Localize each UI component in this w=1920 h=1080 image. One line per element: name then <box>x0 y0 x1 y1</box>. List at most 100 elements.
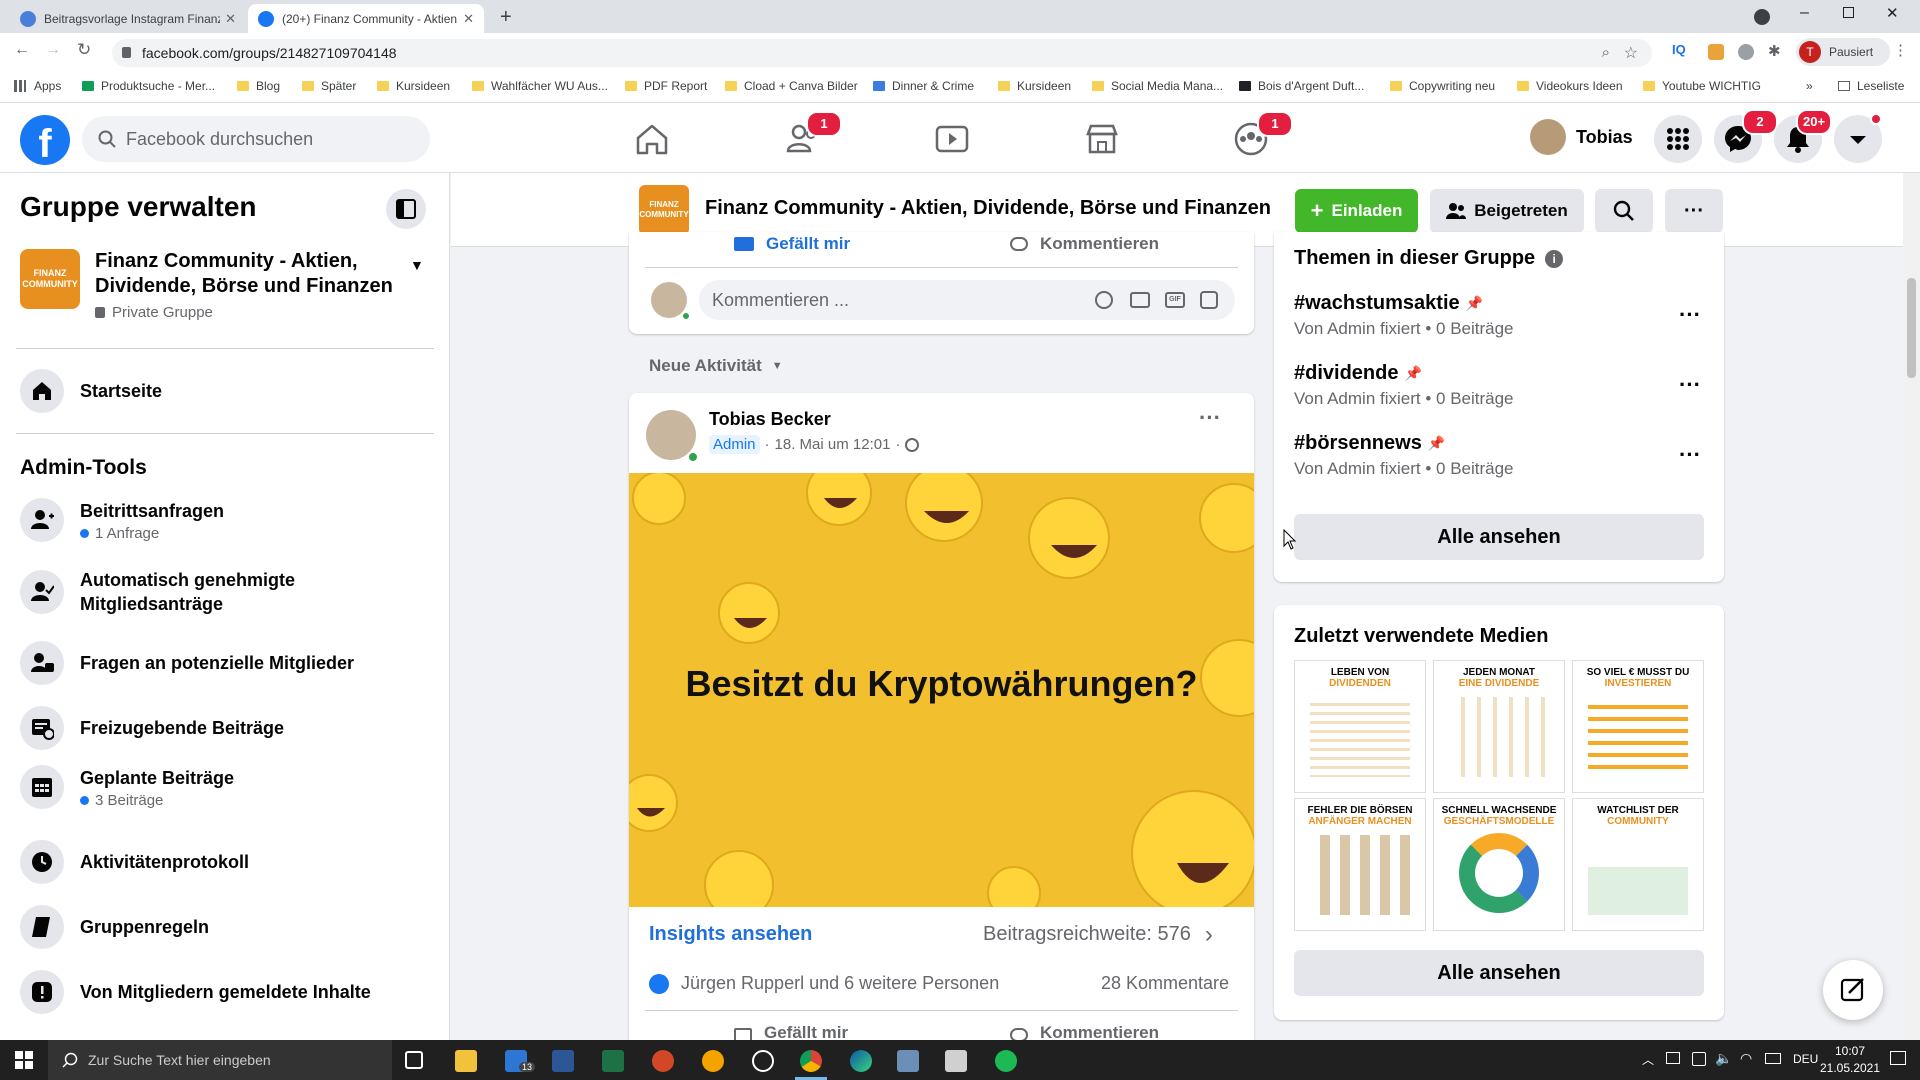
topic-item[interactable]: #dividende 📌 Von Admin fixiert • 0 Beiträ… <box>1294 362 1514 409</box>
sort-feed-dropdown[interactable]: Neue Aktivität ▼ <box>649 356 783 376</box>
new-message-button[interactable] <box>1823 960 1883 1020</box>
media-thumbnail[interactable]: FEHLER DIE BÖRSEN ANFÄNGER MACHEN <box>1294 798 1426 931</box>
browser-menu-icon[interactable]: ⋮ <box>1893 41 1908 59</box>
comment-button[interactable]: Kommentieren <box>1010 232 1159 256</box>
iq-extension-icon[interactable]: IQ <box>1672 42 1686 57</box>
bookmark-item[interactable]: Produktsuche - Mer... <box>82 79 215 93</box>
like-button[interactable]: Gefällt mir <box>734 1023 848 1040</box>
comment-button[interactable]: Kommentieren <box>1010 1023 1159 1040</box>
url-field[interactable]: facebook.com/groups/214827109704148 ⌕ ☆ <box>112 39 1652 67</box>
like-button[interactable]: Gefällt mir <box>734 232 850 256</box>
keyboard-icon[interactable] <box>1765 1053 1781 1064</box>
collapse-sidebar-button[interactable] <box>386 189 426 229</box>
topic-item[interactable]: #wachstumsaktie 📌 Von Admin fixiert • 0 B… <box>1294 292 1514 339</box>
minimize-icon[interactable]: – <box>1800 4 1809 22</box>
nav-marketplace[interactable] <box>1080 117 1124 161</box>
topics-see-all-button[interactable]: Alle ansehen <box>1294 514 1704 560</box>
media-thumbnail[interactable]: SO VIEL € MUSST DU INVESTIEREN <box>1572 660 1704 793</box>
back-icon[interactable]: ← <box>14 41 30 59</box>
bookmark-item[interactable]: Bois d'Argent Duft... <box>1239 79 1364 93</box>
restore-icon[interactable] <box>1843 7 1854 18</box>
group-logo[interactable]: FINANZ COMMUNITY <box>20 249 80 309</box>
zoom-icon[interactable]: ⌕ <box>1602 44 1610 61</box>
more-bookmarks-icon[interactable]: » <box>1806 79 1813 93</box>
sidebar-item-membership-questions[interactable]: Fragen an potenzielle Mitglieder <box>20 641 354 685</box>
tab-finanz-community[interactable]: (20+) Finanz Community - Aktien ✕ <box>248 4 484 33</box>
network-icon[interactable]: ◠ <box>1740 1050 1752 1067</box>
puzzle-extensions-icon[interactable]: ✱ <box>1768 42 1781 60</box>
group-name[interactable]: Finanz Community - Aktien, Dividende, Bö… <box>95 249 395 299</box>
post-reach[interactable]: Beitragsreichweite: 576 › <box>983 922 1213 946</box>
app-icon[interactable] <box>897 1050 919 1072</box>
bookmark-item[interactable]: Dinner & Crime <box>873 79 974 93</box>
volume-icon[interactable]: 🔈 <box>1715 1050 1732 1067</box>
gif-icon[interactable]: GIF <box>1165 292 1185 308</box>
sidebar-item-activity-log[interactable]: Aktivitätenprotokoll <box>20 840 249 884</box>
media-see-all-button[interactable]: Alle ansehen <box>1294 950 1704 996</box>
bookmark-item[interactable]: PDF Report <box>625 79 707 93</box>
insights-link[interactable]: Insights ansehen <box>649 923 812 946</box>
taskbar-search-input[interactable]: Zur Suche Text hier eingeben <box>48 1040 392 1080</box>
post-time[interactable]: 18. Mai um 12:01 <box>775 436 891 453</box>
file-explorer-icon[interactable] <box>455 1050 477 1072</box>
group-switcher-chevron-icon[interactable]: ▼ <box>410 257 424 273</box>
group-search-button[interactable] <box>1595 189 1653 233</box>
bookmark-apps[interactable]: Apps <box>14 79 61 93</box>
reload-icon[interactable]: ↻ <box>77 40 91 60</box>
bookmark-item[interactable]: Kursideen <box>998 79 1071 93</box>
post-author[interactable]: Tobias Becker <box>709 409 831 430</box>
post-options-icon[interactable]: ··· <box>1199 405 1221 431</box>
close-tab-icon[interactable]: ✕ <box>225 11 236 27</box>
media-thumbnail[interactable]: SCHNELL WACHSENDE GESCHÄFTSMODELLE <box>1433 798 1565 931</box>
post-image[interactable]: Besitzt du Kryptowährungen? <box>629 473 1254 907</box>
media-thumbnail[interactable]: WATCHLIST DER COMMUNITY <box>1572 798 1704 931</box>
notifications-button[interactable]: 20+ <box>1774 109 1833 163</box>
topic-options-icon[interactable]: ··· <box>1679 302 1701 328</box>
tray-chevron-icon[interactable]: ︿ <box>1642 1051 1654 1068</box>
sidebar-item-home[interactable]: Startseite <box>20 369 162 413</box>
close-tab-icon[interactable]: ✕ <box>463 11 474 27</box>
sticker-icon[interactable] <box>1200 291 1218 309</box>
tray-app-icon[interactable] <box>1692 1052 1706 1066</box>
topic-options-icon[interactable]: ··· <box>1679 372 1701 398</box>
sidebar-item-scheduled-posts[interactable]: Geplante Beiträge 3 Beiträge <box>20 765 234 809</box>
excel-icon[interactable] <box>602 1050 624 1072</box>
chrome-icon[interactable] <box>800 1050 822 1072</box>
bookmark-item[interactable]: Videokurs Ideen <box>1517 79 1623 93</box>
nav-home[interactable] <box>630 117 674 161</box>
sidebar-item-auto-approved[interactable]: Automatisch genehmigte Mitgliedsanträge <box>20 568 400 616</box>
notification-center-icon[interactable] <box>1890 1051 1906 1065</box>
bookmark-item[interactable]: Blog <box>237 79 280 93</box>
windows-start-icon[interactable] <box>15 1051 33 1069</box>
task-view-icon[interactable] <box>405 1051 423 1069</box>
app-icon[interactable] <box>702 1050 724 1072</box>
invite-button[interactable]: + Einladen <box>1295 189 1418 233</box>
powerpoint-icon[interactable] <box>652 1050 674 1072</box>
nav-watch[interactable] <box>930 117 974 161</box>
account-button[interactable] <box>1834 113 1882 163</box>
topic-options-icon[interactable]: ··· <box>1679 442 1701 468</box>
group-title[interactable]: Finanz Community - Aktien, Dividende, Bö… <box>705 197 1271 220</box>
bookmark-item[interactable]: Später <box>302 79 356 93</box>
bookmark-item[interactable]: Copywriting neu <box>1390 79 1495 93</box>
clock[interactable]: 10:07 21.05.2021 <box>1815 1043 1885 1077</box>
spotify-icon[interactable] <box>995 1050 1017 1072</box>
emoji-icon[interactable] <box>1095 291 1113 309</box>
sidebar-item-pending-posts[interactable]: Freizugebende Beiträge <box>20 706 284 750</box>
scrollbar-thumb[interactable] <box>1907 278 1916 378</box>
close-window-icon[interactable]: ✕ <box>1886 4 1899 22</box>
media-thumbnail[interactable]: JEDEN MONAT EINE DIVIDENDE <box>1433 660 1565 793</box>
group-logo[interactable]: FINANZ COMMUNITY <box>639 185 689 235</box>
sidebar-item-group-rules[interactable]: Gruppenregeln <box>20 905 209 949</box>
forward-icon[interactable]: → <box>45 41 61 59</box>
reactions-summary[interactable]: Jürgen Rupperl und 6 weitere Personen <box>649 973 999 994</box>
facebook-logo[interactable]: f <box>20 115 70 165</box>
word-icon[interactable] <box>552 1050 574 1072</box>
bookmark-star-icon[interactable]: ☆ <box>1624 43 1638 63</box>
group-more-button[interactable]: ··· <box>1665 189 1723 233</box>
topic-item[interactable]: #börsennews 📌 Von Admin fixiert • 0 Beitr… <box>1294 432 1514 479</box>
bookmark-item[interactable]: Social Media Mana... <box>1092 79 1223 93</box>
media-thumbnail[interactable]: LEBEN VON DIVIDENDEN <box>1294 660 1426 793</box>
app-icon[interactable] <box>945 1050 967 1072</box>
new-tab-icon[interactable]: + <box>500 6 512 29</box>
